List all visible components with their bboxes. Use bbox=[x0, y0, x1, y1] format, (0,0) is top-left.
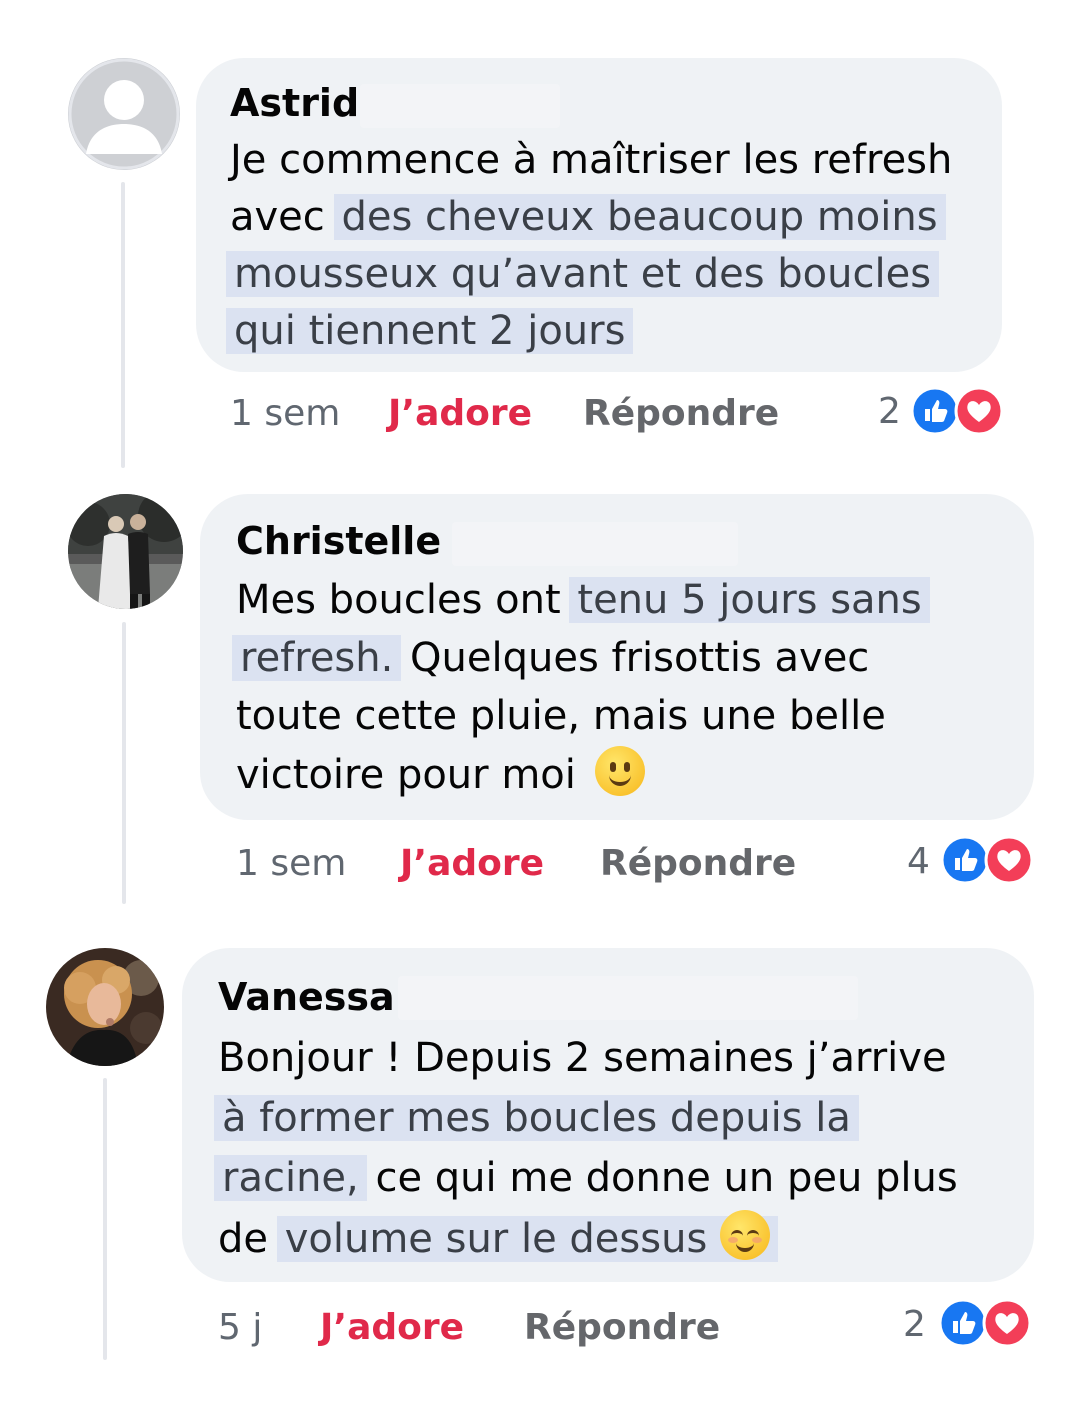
love-button[interactable]: J’adore bbox=[400, 842, 544, 886]
reply-button[interactable]: Répondre bbox=[600, 842, 796, 886]
like-reaction-icon bbox=[910, 386, 960, 436]
woman-curly-hair-photo bbox=[46, 948, 164, 1066]
comments-thread: Astrid Je commence à maîtriser les refre… bbox=[0, 0, 1080, 1403]
love-button[interactable]: J’adore bbox=[320, 1306, 464, 1350]
reaction-count[interactable]: 2 bbox=[903, 1303, 926, 1347]
comment-text-line: victoire pour moi bbox=[236, 746, 645, 803]
reply-button[interactable]: Répondre bbox=[583, 392, 779, 436]
comment-text-line: de volume sur le dessus bbox=[218, 1210, 778, 1267]
comment-text-line: qui tiennent 2 jours bbox=[226, 303, 634, 359]
thread-line bbox=[122, 622, 126, 904]
highlighted-text: à former mes boucles depuis la bbox=[214, 1095, 859, 1141]
highlighted-text: tenu 5 jours sans bbox=[569, 577, 930, 623]
timestamp[interactable]: 5 j bbox=[218, 1306, 262, 1350]
heart-reaction-icon bbox=[954, 386, 1004, 436]
highlighted-text: racine, bbox=[214, 1155, 367, 1201]
highlighted-text: mousseux qu’avant et des boucles bbox=[226, 251, 940, 297]
avatar[interactable] bbox=[46, 948, 164, 1066]
redacted-name bbox=[360, 84, 560, 128]
comment-text-line: mousseux qu’avant et des boucles bbox=[226, 246, 940, 302]
highlighted-text: qui tiennent 2 jours bbox=[226, 308, 634, 354]
comment-text-line: Mes boucles ont tenu 5 jours sans bbox=[236, 572, 930, 628]
avatar[interactable] bbox=[68, 58, 180, 170]
highlighted-text: des cheveux beaucoup moins bbox=[333, 194, 946, 240]
reaction-count[interactable]: 4 bbox=[907, 840, 930, 884]
comment-text-line: avec des cheveux beaucoup moins bbox=[230, 189, 946, 245]
heart-reaction-icon bbox=[984, 835, 1034, 885]
timestamp[interactable]: 1 sem bbox=[230, 392, 340, 436]
relieved-face-icon bbox=[720, 1210, 770, 1260]
redacted-name bbox=[452, 522, 738, 566]
comment-text-line: racine, ce qui me donne un peu plus bbox=[214, 1150, 958, 1206]
comment-author[interactable]: Christelle J bbox=[236, 518, 468, 564]
comment-text-line: toute cette pluie, mais une belle bbox=[236, 693, 886, 739]
highlighted-text: volume sur le dessus bbox=[276, 1210, 778, 1262]
wedding-photo bbox=[68, 494, 183, 609]
reaction-count[interactable]: 2 bbox=[878, 390, 901, 434]
slightly-smiling-face-icon bbox=[594, 746, 645, 796]
thread-line bbox=[103, 1078, 107, 1360]
comment-text-line: refresh. Quelques frisottis avec bbox=[232, 630, 869, 686]
love-button[interactable]: J’adore bbox=[388, 392, 532, 436]
highlighted-text: refresh. bbox=[232, 635, 402, 681]
like-reaction-icon bbox=[940, 835, 990, 885]
thread-line bbox=[121, 182, 125, 468]
redacted-name bbox=[398, 976, 858, 1020]
reply-button[interactable]: Répondre bbox=[524, 1306, 720, 1350]
like-reaction-icon bbox=[938, 1298, 988, 1348]
default-profile-icon bbox=[68, 58, 180, 170]
timestamp[interactable]: 1 sem bbox=[236, 842, 346, 886]
comment-text-line: à former mes boucles depuis la bbox=[214, 1090, 859, 1146]
avatar[interactable] bbox=[68, 494, 183, 609]
comment-author[interactable]: Vanessa bbox=[218, 974, 395, 1020]
heart-reaction-icon bbox=[982, 1298, 1032, 1348]
comment-text-line: Bonjour ! Depuis 2 semaines j’arrive bbox=[218, 1035, 947, 1081]
comment-text-line: Je commence à maîtriser les refresh bbox=[230, 137, 953, 183]
comment-author[interactable]: Astrid bbox=[230, 80, 359, 126]
